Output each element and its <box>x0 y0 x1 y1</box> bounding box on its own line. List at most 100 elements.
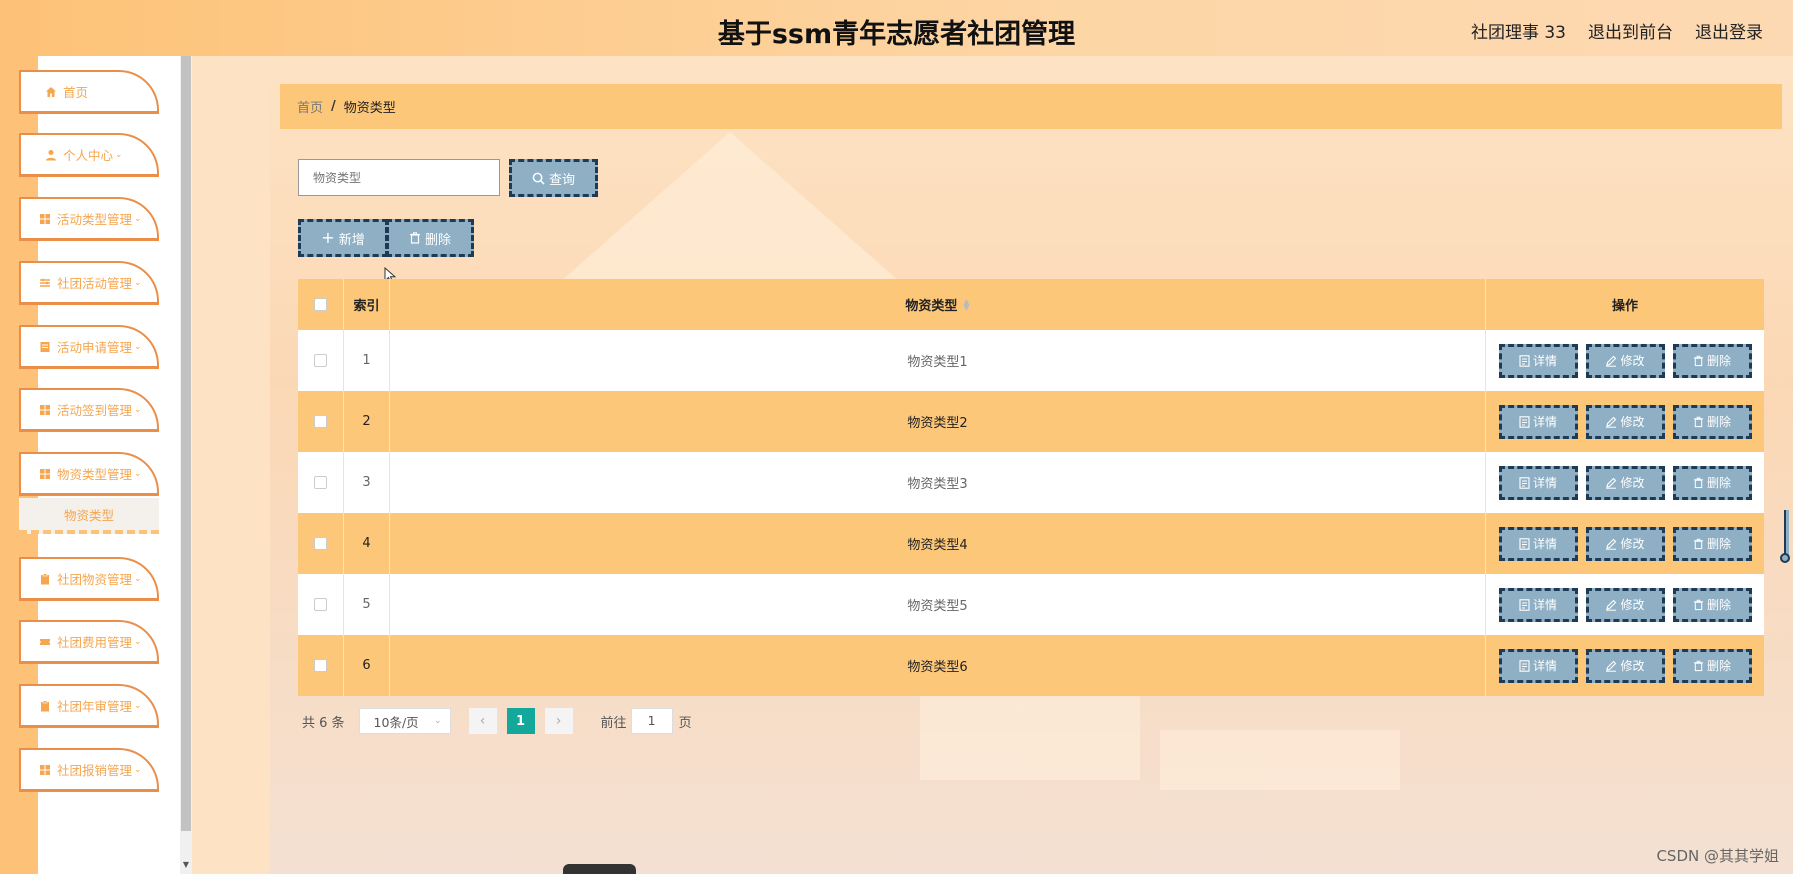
row-ops: 详情 修改 删除 <box>1486 574 1764 635</box>
delete-button[interactable]: 删除 <box>1672 465 1752 500</box>
sidebar-item-10[interactable]: 社团报销管理 ⌄ <box>19 748 159 792</box>
clipboard-icon <box>39 700 51 712</box>
user-name[interactable]: 社团理事 33 <box>1471 18 1566 43</box>
row-checkbox[interactable] <box>314 537 327 550</box>
chevron-down-icon: ⌄ <box>134 764 142 775</box>
delete-button[interactable]: 删除 <box>1672 648 1752 683</box>
breadcrumb-separator: / <box>331 99 336 114</box>
sidebar-subitem-material-type[interactable]: 物资类型 <box>19 498 159 534</box>
sidebar-item-4[interactable]: 活动申请管理 ⌄ <box>19 325 159 369</box>
add-button[interactable]: + 新增 <box>298 219 388 257</box>
edit-button[interactable]: 修改 <box>1585 465 1665 500</box>
goto-suffix: 页 <box>678 715 692 731</box>
grid-icon <box>39 404 51 416</box>
batch-delete-button[interactable]: 删除 <box>386 219 474 257</box>
page-size-select[interactable]: 10条/页 ⌄ <box>358 708 451 734</box>
background-decoration <box>560 132 900 282</box>
search-input[interactable] <box>298 159 500 196</box>
chevron-down-icon: ⌄ <box>134 636 142 647</box>
goto-page-input[interactable]: 1 <box>630 708 673 734</box>
trash-icon <box>1693 660 1704 671</box>
edit-button[interactable]: 修改 <box>1585 526 1665 561</box>
edit-icon <box>1606 355 1617 367</box>
logout-link[interactable]: 退出登录 <box>1695 18 1763 43</box>
background-decoration <box>920 690 1140 780</box>
sidebar-item-2[interactable]: 活动类型管理 ⌄ <box>19 197 159 241</box>
row-material-type: 物资类型1 <box>390 330 1486 391</box>
add-button-label: 新增 <box>338 232 365 248</box>
detail-button[interactable]: 详情 <box>1498 587 1578 622</box>
header-index: 索引 <box>344 279 390 330</box>
sidebar-item-6[interactable]: 物资类型管理 ⌄ <box>19 452 159 496</box>
row-checkbox[interactable] <box>314 476 327 489</box>
next-page-button[interactable]: › <box>544 708 573 734</box>
row-checkbox[interactable] <box>314 659 327 672</box>
select-all-checkbox[interactable] <box>314 298 327 311</box>
row-material-type: 物资类型2 <box>390 391 1486 452</box>
detail-button[interactable]: 详情 <box>1498 526 1578 561</box>
sliders-icon <box>39 277 51 289</box>
chevron-down-icon: ⌄ <box>134 341 142 352</box>
delete-button-label: 删除 <box>1706 415 1731 429</box>
row-checkbox[interactable] <box>314 598 327 611</box>
goto-front-link[interactable]: 退出到前台 <box>1588 18 1673 43</box>
detail-button-label: 详情 <box>1532 354 1557 368</box>
trash-icon <box>409 232 420 244</box>
delete-button-label: 删除 <box>1706 354 1731 368</box>
row-ops: 详情 修改 删除 <box>1486 513 1764 574</box>
sidebar-item-7[interactable]: 社团物资管理 ⌄ <box>19 557 159 601</box>
sidebar-item-label: 活动申请管理 <box>57 340 133 355</box>
sidebar-item-3[interactable]: 社团活动管理 ⌄ <box>19 261 159 305</box>
row-index: 3 <box>344 452 390 513</box>
sidebar-item-0[interactable]: 首页 <box>19 70 159 114</box>
grid-icon <box>39 213 51 225</box>
header-material-type[interactable]: 物资类型 ▲ ▼ <box>390 279 1486 330</box>
edit-button[interactable]: 修改 <box>1585 343 1665 378</box>
sidebar-item-1[interactable]: 个人中心 ⌄ <box>19 133 159 177</box>
table-row: 1 物资类型1 详情 修改 删除 <box>298 330 1764 391</box>
row-material-type: 物资类型4 <box>390 513 1486 574</box>
sidebar-item-8[interactable]: 社团费用管理 ⌄ <box>19 620 159 664</box>
sidebar-item-5[interactable]: 活动签到管理 ⌄ <box>19 388 159 432</box>
detail-button-label: 详情 <box>1532 415 1557 429</box>
row-index: 5 <box>344 574 390 635</box>
row-material-type: 物资类型3 <box>390 452 1486 513</box>
delete-button[interactable]: 删除 <box>1672 526 1752 561</box>
trash-icon <box>1693 599 1704 610</box>
bottom-floating-tab[interactable] <box>563 864 636 874</box>
delete-button-label: 删除 <box>1706 476 1731 490</box>
page-number-current[interactable]: 1 <box>506 708 535 734</box>
prev-page-button[interactable]: ‹ <box>468 708 497 734</box>
breadcrumb-home[interactable]: 首页 <box>297 97 323 116</box>
edit-icon <box>1606 660 1617 672</box>
detail-button-label: 详情 <box>1532 598 1557 612</box>
search-button[interactable]: 查询 <box>509 159 598 197</box>
scroll-down-arrow-icon[interactable]: ▼ <box>181 860 191 869</box>
watermark: CSDN @其其学姐 <box>1656 847 1779 865</box>
chevron-down-icon: ⌄ <box>115 149 123 160</box>
detail-icon <box>1519 415 1530 428</box>
delete-button[interactable]: 删除 <box>1672 587 1752 622</box>
edit-button[interactable]: 修改 <box>1585 648 1665 683</box>
table-row: 5 物资类型5 详情 修改 删除 <box>298 574 1764 635</box>
table-row: 4 物资类型4 详情 修改 删除 <box>298 513 1764 574</box>
detail-button[interactable]: 详情 <box>1498 404 1578 439</box>
edit-icon <box>1606 416 1617 428</box>
sidebar-item-label: 社团物资管理 <box>57 572 133 587</box>
delete-button[interactable]: 删除 <box>1672 343 1752 378</box>
edit-button-label: 修改 <box>1620 659 1645 673</box>
sidebar-scroll-thumb[interactable] <box>181 56 191 831</box>
detail-button[interactable]: 详情 <box>1498 648 1578 683</box>
detail-button[interactable]: 详情 <box>1498 343 1578 378</box>
edit-button[interactable]: 修改 <box>1585 404 1665 439</box>
edit-button[interactable]: 修改 <box>1585 587 1665 622</box>
sidebar-item-9[interactable]: 社团年审管理 ⌄ <box>19 684 159 728</box>
row-checkbox[interactable] <box>314 415 327 428</box>
edit-icon <box>1606 477 1617 489</box>
right-side-slider-knob[interactable] <box>1780 553 1790 563</box>
detail-button[interactable]: 详情 <box>1498 465 1578 500</box>
delete-button[interactable]: 删除 <box>1672 404 1752 439</box>
sort-icon[interactable]: ▲ ▼ <box>963 297 969 311</box>
sidebar-item-label: 活动类型管理 <box>57 212 133 227</box>
row-checkbox[interactable] <box>314 354 327 367</box>
